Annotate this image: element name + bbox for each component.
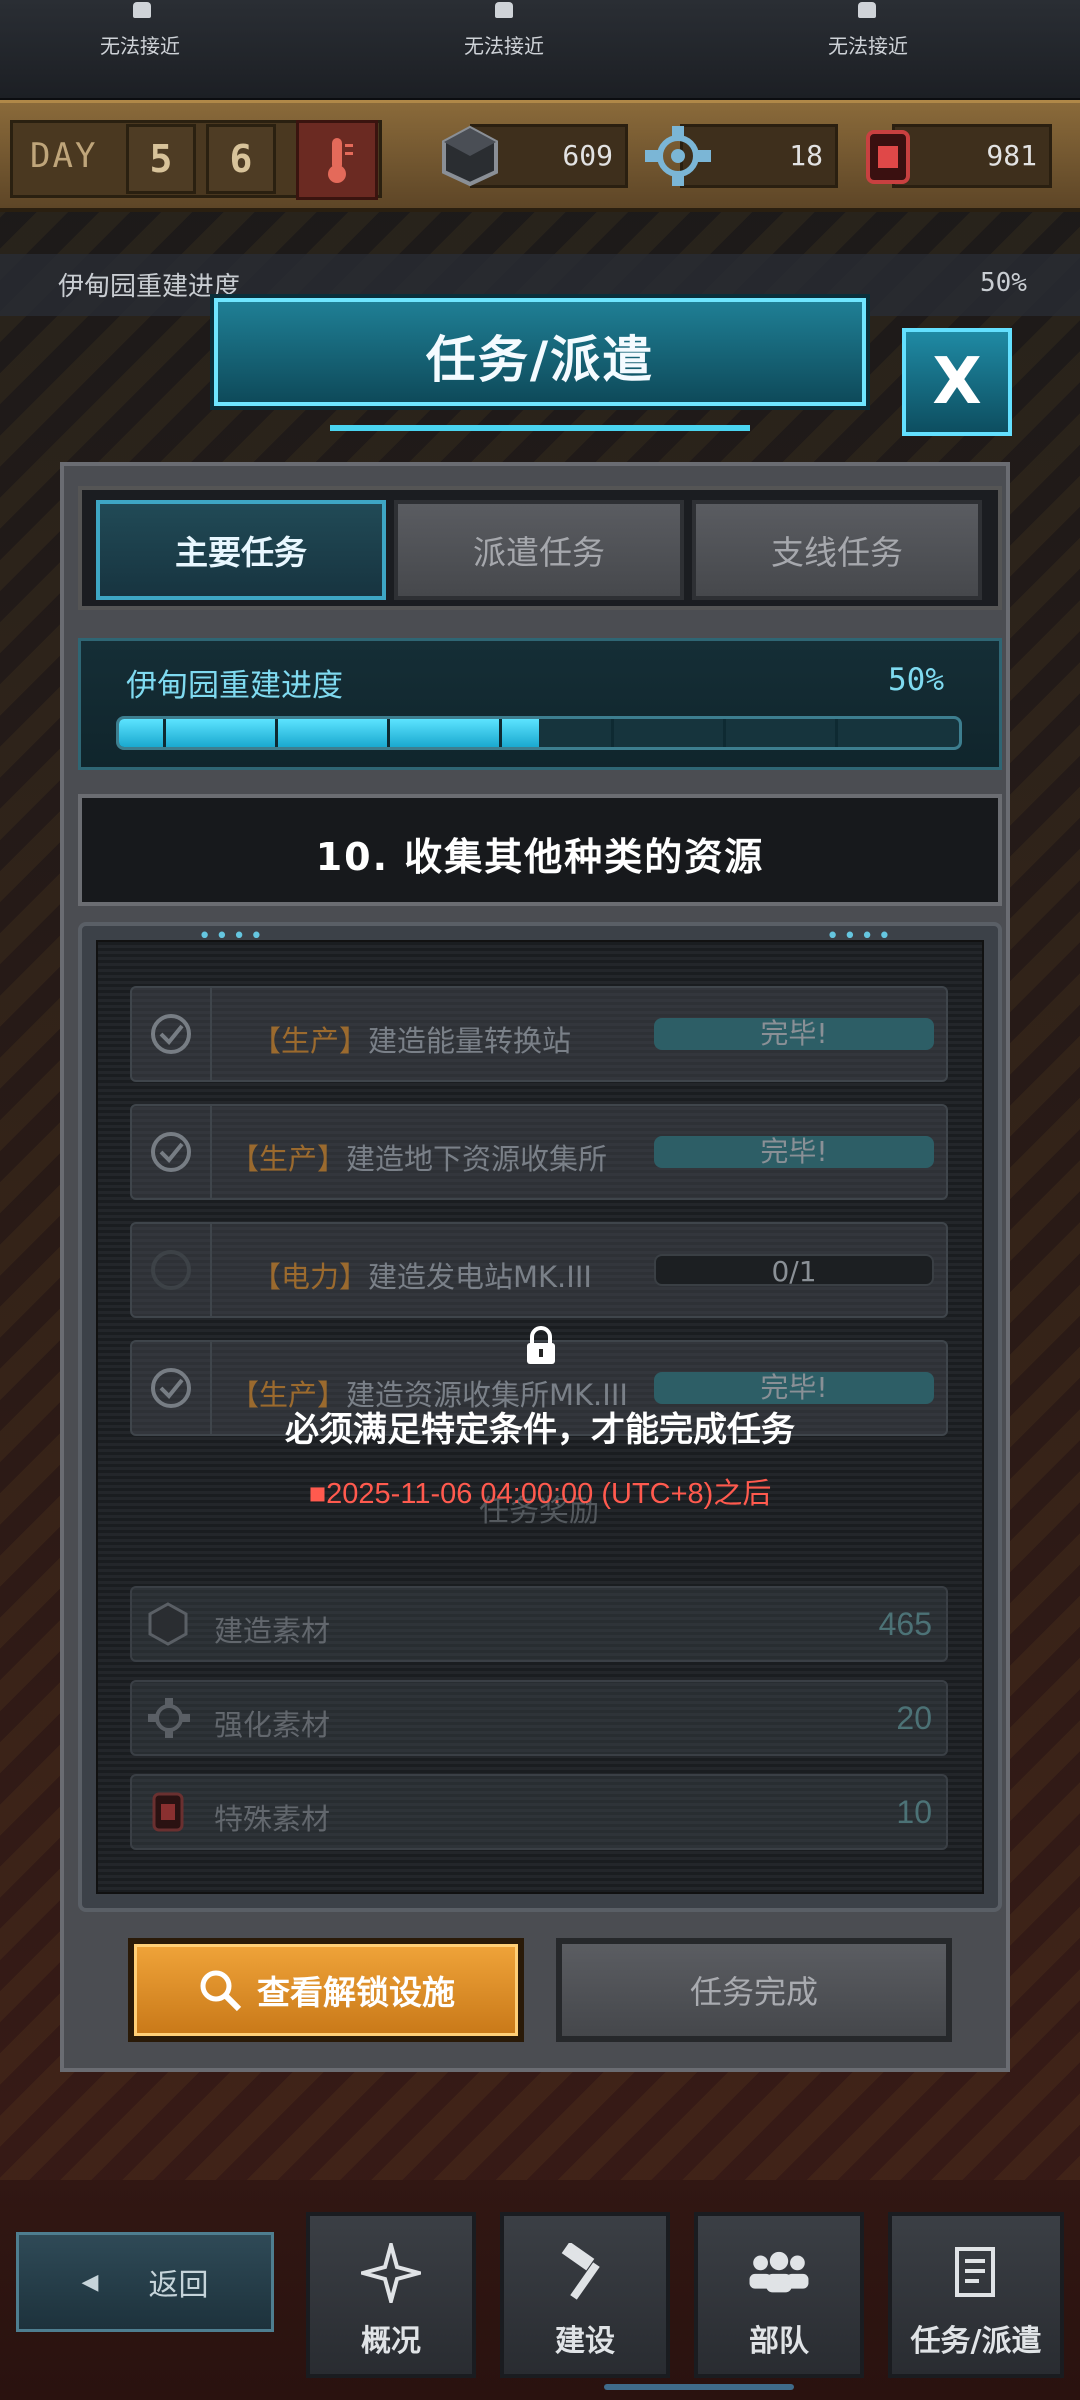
lock-icon [495,2,513,18]
thermometer-button[interactable] [296,120,378,200]
day-digit: 6 [206,124,276,194]
task-label: 【电力】建造发电站MK.III [252,1260,592,1294]
empty-circle-icon [132,1224,212,1316]
day-digit: 5 [126,124,196,194]
view-unlock-facility-label: 查看解锁设施 [257,1973,455,2012]
chevron-left-icon: ◀ [81,2269,99,2295]
progress-divider [611,719,614,747]
area-label: 无法接近 [828,34,908,58]
rebuild-progress-label: 伊甸园重建进度 [126,668,343,704]
progress-divider [163,719,166,747]
rebuild-progress-fill [119,719,539,747]
reward-row: 特殊素材 10 [130,1774,948,1850]
rebuild-progress-percent: 50% [888,662,944,698]
nav-label: 部队 [749,2324,809,2359]
search-icon [200,1970,242,2012]
back-label: 返回 [148,2268,209,2303]
reward-value: 20 [896,1700,932,1736]
task-row: 【生产】建造地下资源收集所 完毕! [130,1104,948,1200]
reward-name: 特殊素材 [214,1802,331,1836]
lock-icon [524,1326,558,1366]
upgrade-material-icon [146,1696,192,1744]
task-status: 完毕! [654,1136,934,1168]
task-status: 完毕! [654,1372,934,1404]
area-label: 无法接近 [464,34,544,58]
mission-title: 10. 收集其他种类的资源 [315,835,765,879]
task-row: 【生产】建造能量转换站 完毕! [130,986,948,1082]
rebuild-progress-bar [116,716,962,750]
lock-message: 必须满足特定条件，才能完成任务 [285,1410,795,1450]
upgrade-material-icon [640,118,716,194]
progress-divider [835,719,838,747]
title-underline [330,425,750,431]
special-material-icon [150,1790,186,1838]
check-icon [132,988,212,1080]
task-status: 完毕! [654,1018,934,1050]
reward-value: 465 [878,1606,932,1642]
reward-name: 建造素材 [214,1614,331,1648]
document-icon [941,2238,1011,2308]
mission-complete-button[interactable]: 任务完成 [556,1938,952,2042]
progress-divider [387,719,390,747]
area-label: 无法接近 [100,34,180,58]
build-material-icon [148,1602,188,1650]
nav-build[interactable]: 建设 [500,2212,670,2378]
task-row: 【电力】建造发电站MK.III 0/1 [130,1222,948,1318]
tab-main-missions[interactable]: 主要任务 [96,500,386,600]
people-icon [744,2238,814,2308]
home-indicator [604,2384,794,2390]
nav-missions[interactable]: 任务/派遣 [888,2212,1064,2378]
close-button[interactable]: X [902,328,1012,436]
task-status: 0/1 [654,1254,934,1288]
task-label: 【生产】建造地下资源收集所 [230,1142,608,1176]
check-icon [132,1106,212,1198]
compass-icon [356,2238,426,2308]
nav-label: 概况 [361,2324,421,2359]
background-progress-percent: 50% [980,268,1027,298]
build-material-icon [432,118,508,194]
dialog-title: 任务/派遣 [425,331,655,389]
back-button[interactable]: ◀ 返回 [16,2232,274,2332]
reward-row: 强化素材 20 [130,1680,948,1756]
nav-troops[interactable]: 部队 [694,2212,864,2378]
nav-overview[interactable]: 概况 [306,2212,476,2378]
progress-divider [275,719,278,747]
progress-divider [499,719,502,747]
progress-divider [723,719,726,747]
nav-label: 建设 [555,2324,615,2359]
lock-icon [133,2,151,18]
lock-icon [858,2,876,18]
reward-value: 10 [896,1794,932,1830]
task-label: 【生产】建造能量转换站 [252,1024,572,1058]
thermometer-icon [328,138,353,183]
tab-side-missions[interactable]: 支线任务 [692,500,982,600]
tab-dispatch-missions[interactable]: 派遣任务 [394,500,684,600]
special-material-icon [850,118,926,194]
nav-label: 任务/派遣 [910,2324,1042,2359]
reward-name: 强化素材 [214,1708,331,1742]
reward-row: 建造素材 465 [130,1586,948,1662]
day-label: DAY [30,136,98,176]
hammer-icon [550,2238,620,2308]
view-unlock-facility-button[interactable]: 查看解锁设施 [128,1938,524,2042]
background-progress-label: 伊甸园重建进度 [58,272,241,302]
unlock-time: ■2025-11-06 04:00:00 (UTC+8)之后 [308,1478,772,1510]
